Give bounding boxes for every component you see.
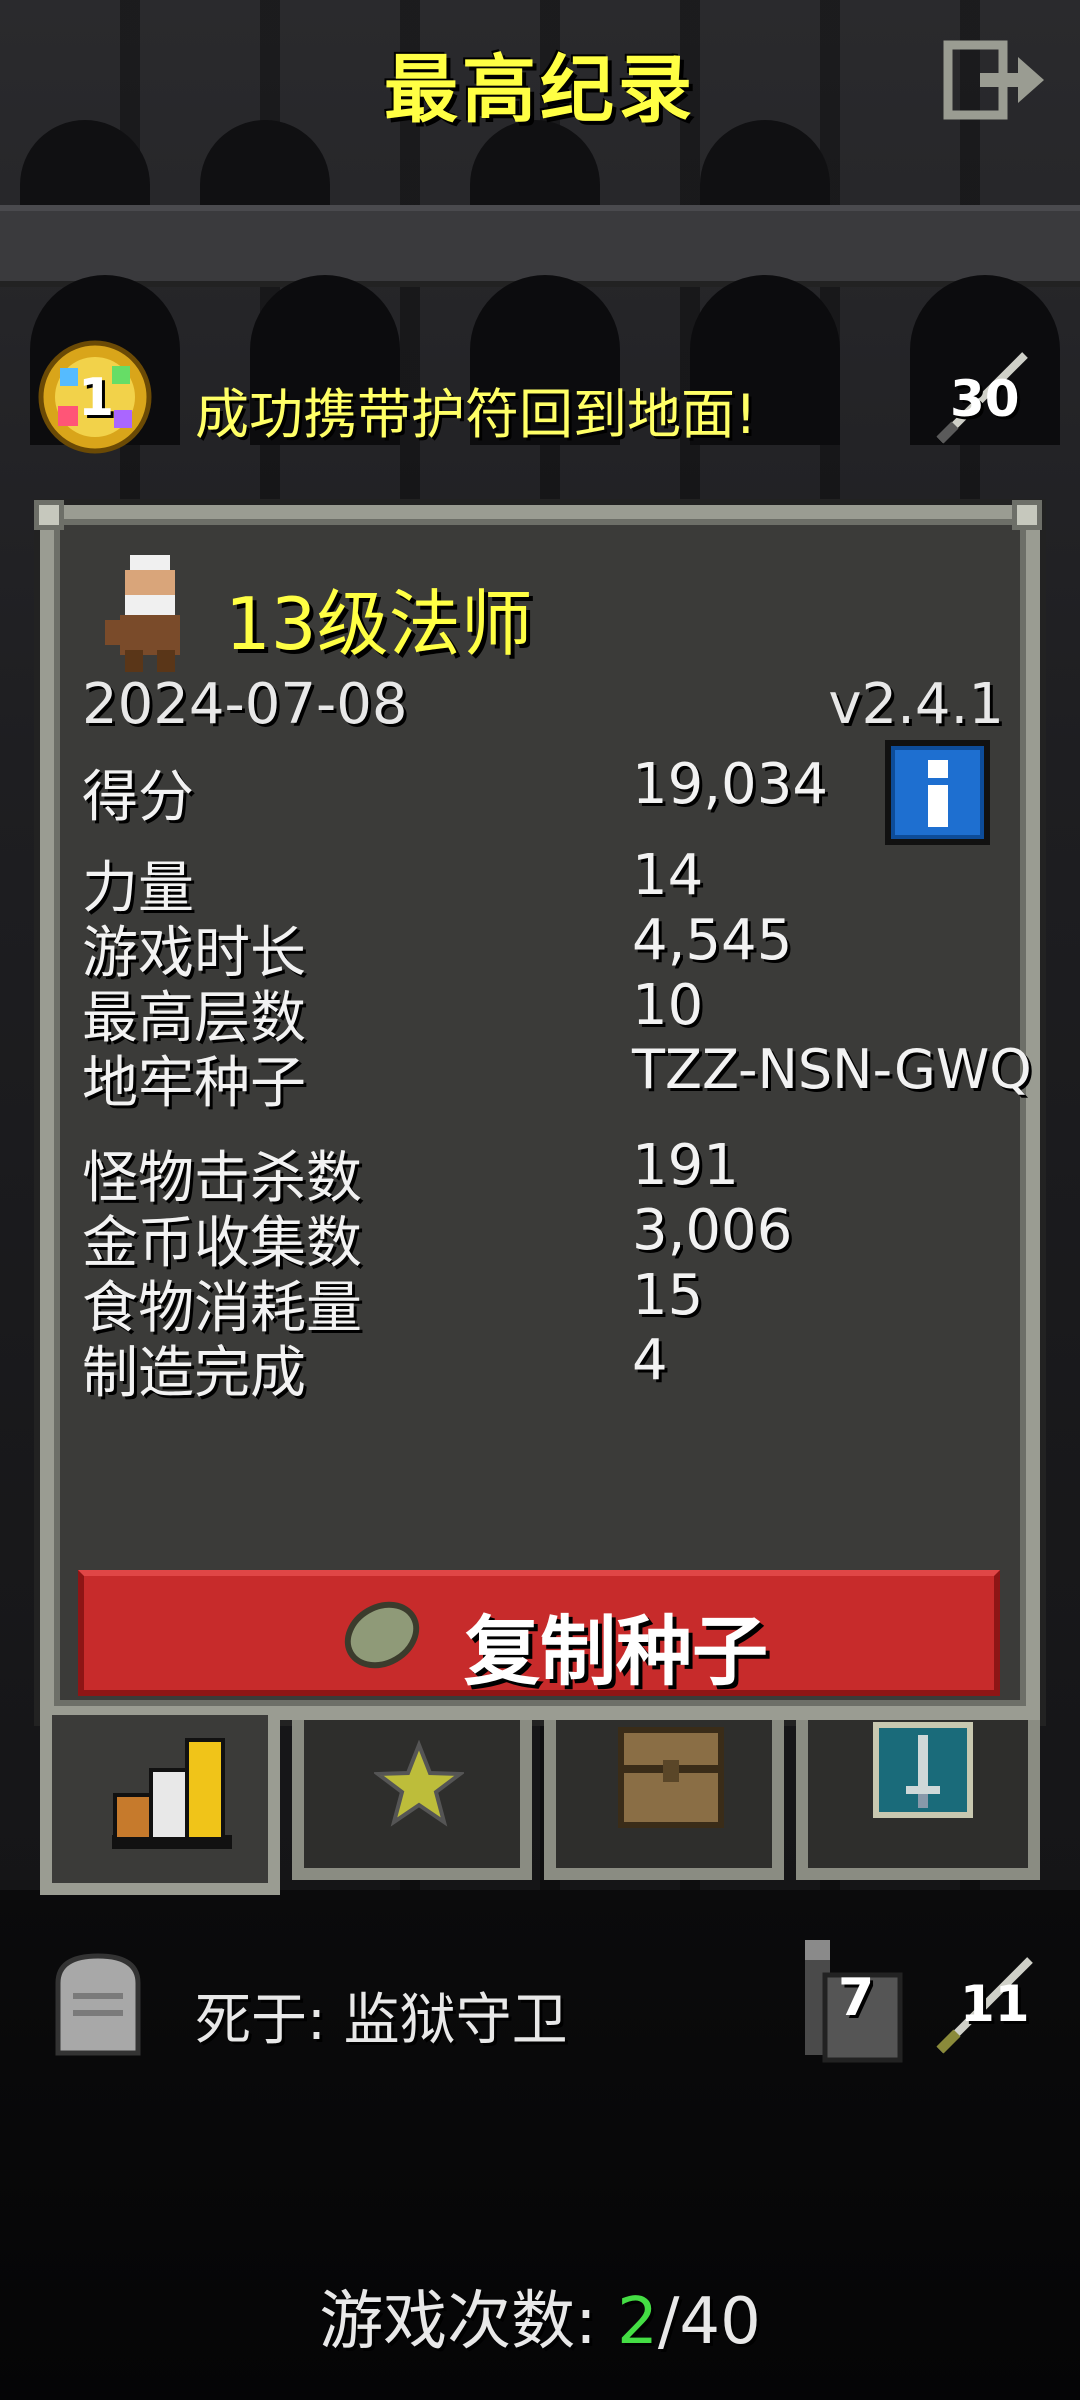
food-value: 15: [632, 1263, 704, 1328]
record-description: 成功携带护符回到地面!: [195, 383, 757, 446]
mage-avatar-icon: [105, 555, 180, 672]
tab-items[interactable]: [544, 1720, 784, 1880]
exit-icon[interactable]: [940, 35, 1050, 125]
games-total: /40: [657, 2285, 761, 2359]
strength-value: 14: [632, 843, 704, 908]
record-depth-value: 30: [950, 370, 1020, 428]
stats-bars-icon: [112, 1738, 232, 1849]
page-title: 最高纪录: [384, 47, 696, 133]
crafted-label: 制造完成: [82, 1341, 306, 1406]
copy-seed-button[interactable]: 复制种子: [78, 1570, 1000, 1696]
info-icon[interactable]: [885, 740, 990, 845]
tab-badges[interactable]: [292, 1720, 532, 1880]
panel-corner: [34, 500, 64, 530]
seed-icon: [344, 1601, 420, 1669]
games-label: 游戏次数:: [319, 2285, 618, 2359]
tombstone-icon: [55, 1953, 141, 2056]
seed-label: 地牢种子: [82, 1051, 306, 1116]
gold-value: 3,006: [632, 1198, 793, 1263]
game-version: v2.4.1: [828, 672, 1004, 737]
games-current: 2: [617, 2285, 658, 2359]
death-cause: 死于: 监狱守卫: [195, 1988, 568, 2053]
hero-title: 13级法师: [225, 582, 533, 666]
max-depth-value: 10: [632, 973, 704, 1038]
tab-talents[interactable]: [796, 1720, 1040, 1880]
tab-stats[interactable]: [40, 1715, 280, 1895]
sword-scroll-icon: [873, 1722, 973, 1818]
death-depth-value: 7: [838, 1968, 875, 2028]
death-level-value: 11: [960, 1975, 1030, 2033]
crafted-value: 4: [632, 1328, 668, 1393]
seed-value: TZZ-NSN-GWQ: [632, 1038, 1032, 1101]
score-label: 得分: [82, 765, 194, 830]
record-date: 2024-07-08: [82, 672, 408, 737]
badge-star-icon: [374, 1740, 464, 1827]
duration-value: 4,545: [632, 908, 793, 973]
score-value: 19,034: [632, 752, 828, 817]
rank-number: 1: [78, 368, 115, 428]
games-played: 游戏次数: 2/40: [0, 2270, 1080, 2362]
chest-icon: [618, 1727, 724, 1828]
kills-value: 191: [632, 1133, 739, 1198]
panel-corner: [1012, 500, 1042, 530]
copy-seed-label: 复制种子: [464, 1607, 768, 1696]
